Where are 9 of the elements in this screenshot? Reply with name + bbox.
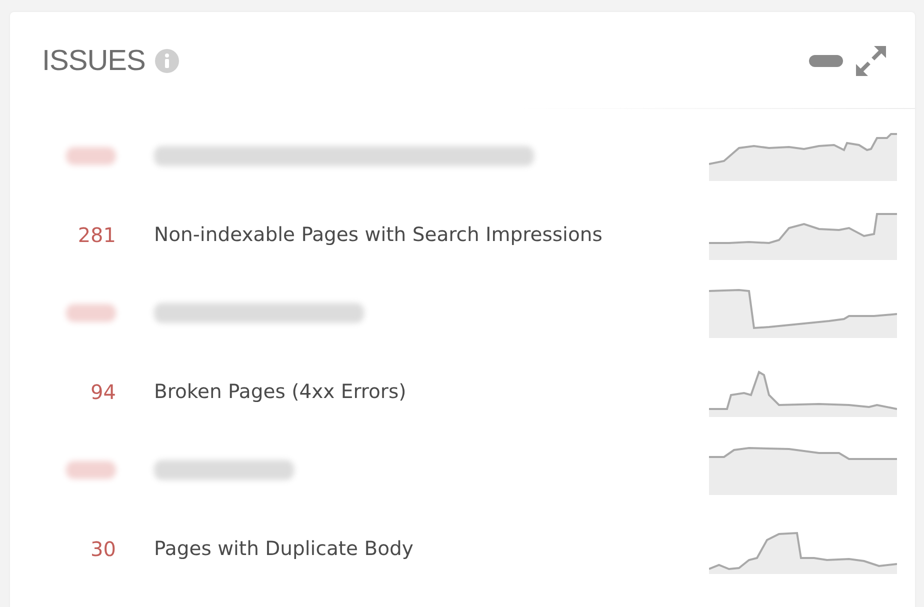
minimize-icon[interactable] (809, 55, 843, 67)
issue-count[interactable]: 281 (10, 222, 116, 247)
issue-name[interactable]: Non-indexable Pages with Search Impressions (154, 223, 602, 246)
issue-name[interactable]: Pages with Duplicate Body (154, 537, 414, 560)
issue-count[interactable]: 30 (10, 536, 116, 561)
expand-icon[interactable] (855, 45, 887, 77)
widget-title: ISSUES (42, 44, 146, 78)
issue-count[interactable]: 94 (10, 380, 116, 404)
issue-name[interactable]: Broken Pages (4xx Errors) (154, 380, 406, 404)
